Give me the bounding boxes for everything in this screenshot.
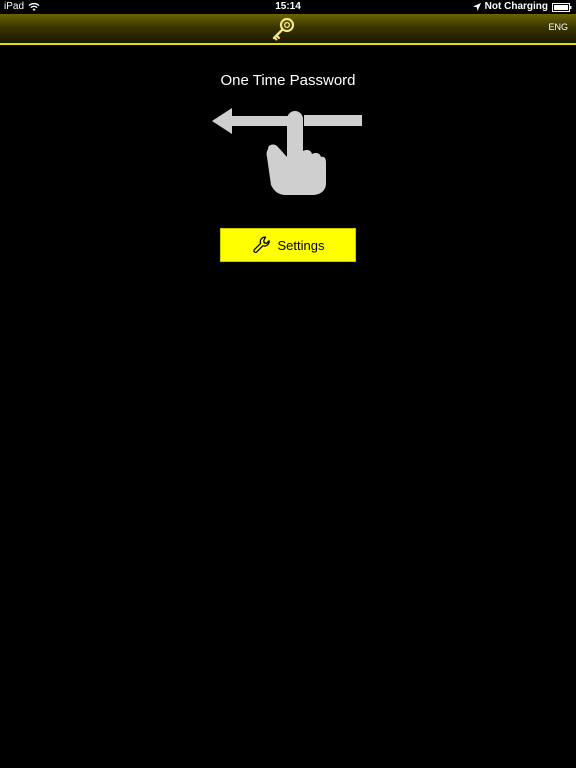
key-logo-icon [270,16,296,42]
settings-label: Settings [277,237,325,253]
app-screen: iPad 15:14 Not Charging ENG One Time Pas… [0,0,576,768]
status-right: Not Charging [472,0,572,14]
status-bar: iPad 15:14 Not Charging [0,0,576,14]
location-icon [472,3,481,11]
nav-bar: ENG [0,14,576,45]
language-button[interactable]: ENG [548,22,568,32]
swipe-left-hand-icon [210,105,366,197]
page-title: One Time Password [220,72,356,89]
charging-status: Not Charging [484,1,548,12]
settings-button[interactable]: Settings [220,228,356,262]
wrench-icon [252,235,272,255]
battery-icon [552,2,572,12]
